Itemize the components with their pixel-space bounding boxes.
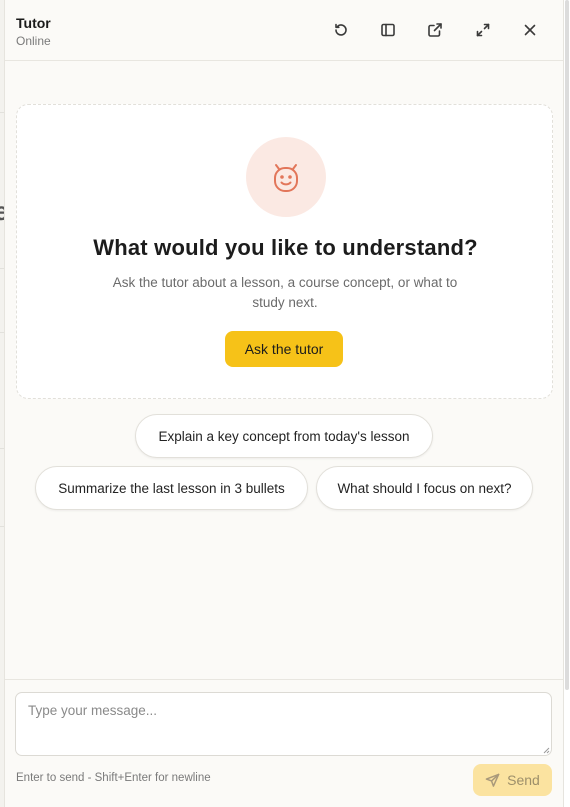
panel-title: Tutor — [16, 15, 51, 31]
composer: Enter to send - Shift+Enter for newline … — [5, 679, 563, 807]
send-icon — [485, 773, 500, 787]
scrollbar-thumb[interactable] — [565, 0, 569, 690]
welcome-subtitle: Ask the tutor about a lesson, a course c… — [112, 275, 458, 310]
message-input[interactable] — [15, 692, 552, 756]
suggestion-chip[interactable]: What should I focus on next? — [316, 466, 533, 510]
tutor-panel: Tutor Online What would you like to unde… — [4, 0, 564, 807]
status-text: Online — [16, 34, 51, 48]
sidebar-toggle-icon — [381, 23, 395, 37]
welcome-card: What would you like to understand? Ask t… — [16, 104, 553, 399]
close-button[interactable] — [518, 18, 542, 42]
expand-button[interactable] — [471, 18, 495, 42]
refresh-button[interactable] — [329, 18, 353, 42]
smiling-face-icon — [274, 164, 298, 192]
expand-icon — [476, 23, 490, 37]
tutor-avatar — [246, 137, 326, 217]
refresh-icon — [335, 23, 347, 36]
resize-handle-icon[interactable] — [542, 746, 550, 754]
close-icon — [524, 24, 536, 36]
send-label: Send — [507, 772, 540, 788]
panel-header: Tutor Online — [5, 0, 563, 61]
suggestion-chip[interactable]: Explain a key concept from today's lesso… — [135, 414, 433, 458]
keyboard-hint: Enter to send - Shift+Enter for newline — [16, 772, 211, 784]
external-link-icon — [428, 23, 442, 37]
sidebar-toggle-button[interactable] — [376, 18, 400, 42]
send-button[interactable]: Send — [473, 764, 552, 796]
suggestion-chip[interactable]: Summarize the last lesson in 3 bullets — [35, 466, 308, 510]
ask-tutor-button[interactable]: Ask the tutor — [225, 331, 343, 367]
welcome-title: What would you like to understand? — [93, 235, 478, 260]
open-external-button[interactable] — [423, 18, 447, 42]
page-scrollbar[interactable] — [564, 0, 570, 807]
